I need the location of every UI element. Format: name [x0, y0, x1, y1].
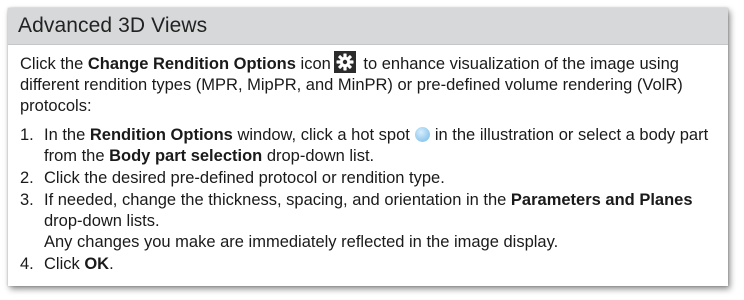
- intro-text-2: icon: [295, 55, 331, 73]
- step-3-text-1: If needed, change the thickness, spacing…: [44, 191, 511, 209]
- change-rendition-options-label: Change Rendition Options: [87, 55, 296, 73]
- step-3-note: Any changes you make are immediately ref…: [44, 233, 559, 251]
- list-item: 1. In the Rendition Options window, clic…: [20, 125, 714, 167]
- ok-label: OK: [84, 255, 110, 273]
- step-4-text-1: Click: [44, 255, 85, 273]
- step-text: In the Rendition Options window, click a…: [44, 125, 714, 167]
- intro-paragraph: Click the Change Rendition Options icon …: [20, 51, 714, 117]
- step-number: 3.: [20, 191, 34, 209]
- content: Click the Change Rendition Options icon …: [8, 45, 728, 275]
- title-bar: Advanced 3D Views: [8, 8, 728, 45]
- step-number: 2.: [20, 169, 34, 187]
- body-part-selection-label: Body part selection: [109, 147, 263, 165]
- intro-text-1: Click the: [20, 55, 88, 73]
- step-text: If needed, change the thickness, spacing…: [44, 190, 714, 253]
- parameters-and-planes-label: Parameters and Planes: [510, 191, 693, 209]
- list-item: 2. Click the desired pre-defined protoco…: [20, 168, 714, 189]
- step-3-text-2: drop-down lists.: [44, 212, 160, 230]
- rendition-options-label: Rendition Options: [89, 126, 233, 144]
- section-title: Advanced 3D Views: [18, 14, 208, 37]
- step-1-text-4: drop-down list.: [262, 147, 375, 165]
- step-4-text-2: .: [109, 255, 114, 273]
- step-number: 1.: [20, 126, 34, 144]
- hot-spot-icon: [414, 127, 430, 142]
- gear-icon: [333, 51, 356, 73]
- steps-list: 1. In the Rendition Options window, clic…: [20, 125, 714, 275]
- step-1-text-1: In the: [44, 126, 90, 144]
- list-item: 3. If needed, change the thickness, spac…: [20, 190, 714, 253]
- list-item: 4. Click OK.: [20, 254, 714, 275]
- step-text: Click OK.: [44, 254, 114, 275]
- step-number: 4.: [20, 255, 34, 273]
- step-1-text-2: window, click a hot spot: [232, 126, 410, 144]
- step-text: Click the desired pre-defined protocol o…: [44, 169, 445, 187]
- help-panel: Advanced 3D Views Click the Change Rendi…: [8, 8, 728, 286]
